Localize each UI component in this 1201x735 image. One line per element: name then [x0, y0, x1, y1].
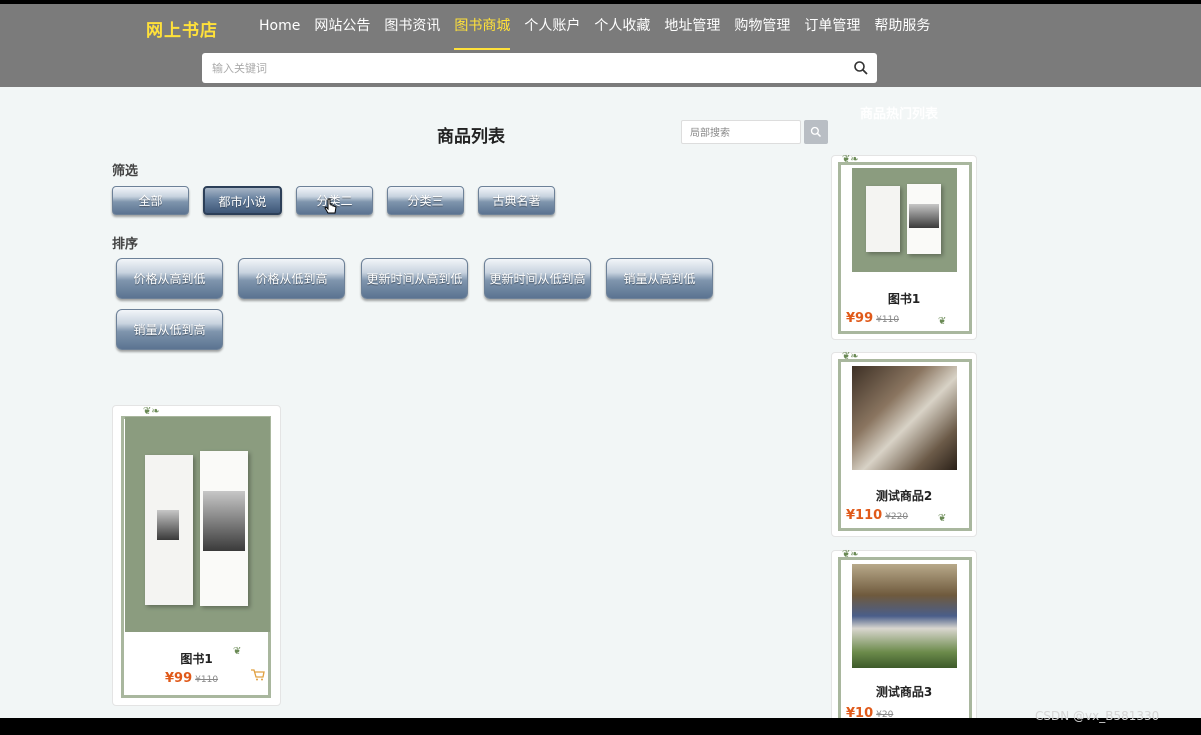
hot-item-card[interactable]: ❦❧ 图书1 ¥99 ¥110 ❦ — [831, 154, 977, 340]
hot-item-image[interactable] — [852, 168, 957, 272]
hot-item-price: ¥110 ¥220 — [846, 508, 908, 523]
original-price: ¥220 — [885, 512, 909, 522]
nav-book-mall[interactable]: 图书商城 — [454, 16, 511, 50]
hot-item-image[interactable] — [852, 366, 957, 470]
main-nav: Home 网站公告 图书资讯 图书商城 个人账户 个人收藏 地址管理 购物管理 … — [259, 16, 944, 50]
sort-sales-desc-button[interactable]: 销量从高到低 — [606, 258, 713, 299]
sort-price-desc-button[interactable]: 价格从高到低 — [116, 258, 223, 299]
sort-price-asc-button[interactable]: 价格从低到高 — [238, 258, 345, 299]
nav-address[interactable]: 地址管理 — [664, 16, 720, 50]
filter-buttons: 全部 都市小说 分类二 分类三 古典名著 — [112, 186, 569, 215]
sort-time-desc-button[interactable]: 更新时间从高到低 — [361, 258, 468, 299]
site-logo[interactable]: 网上书店 — [146, 16, 218, 41]
current-price: ¥110 — [846, 508, 883, 523]
hot-item-name[interactable]: 测试商品2 — [832, 487, 976, 504]
hot-item-image[interactable] — [852, 564, 957, 668]
local-search-box — [681, 120, 801, 145]
product-price: ¥99 ¥110 — [165, 671, 218, 686]
nav-announcements[interactable]: 网站公告 — [314, 16, 370, 50]
filter-classics-button[interactable]: 古典名著 — [478, 186, 555, 215]
global-search-box — [202, 53, 877, 83]
cover-photo — [203, 491, 245, 551]
leaf-decoration-icon: ❦ — [938, 513, 947, 524]
filter-urban-novel-button[interactable]: 都市小说 — [203, 186, 282, 215]
hot-item-price: ¥99 ¥110 — [846, 311, 899, 326]
local-search-input[interactable] — [682, 122, 792, 145]
page-title: 商品列表 — [437, 127, 505, 147]
filter-label: 筛选 — [112, 164, 139, 179]
leaf-decoration-icon: ❦❧ — [842, 549, 859, 560]
leaf-decoration-icon: ❦❧ — [143, 406, 160, 417]
original-price: ¥110 — [876, 315, 900, 325]
mouse-cursor-icon — [324, 198, 337, 214]
book-cover-left — [866, 186, 900, 252]
hot-item-name[interactable]: 测试商品3 — [832, 683, 976, 700]
filter-all-button[interactable]: 全部 — [112, 186, 189, 215]
nav-account[interactable]: 个人账户 — [524, 16, 580, 50]
sort-sales-asc-button[interactable]: 销量从低到高 — [116, 309, 223, 350]
sort-label: 排序 — [112, 237, 139, 252]
bottom-bar — [0, 718, 1201, 735]
search-icon[interactable] — [853, 60, 869, 76]
book-cover-right — [907, 184, 941, 254]
cover-photo — [157, 510, 179, 540]
nav-help[interactable]: 帮助服务 — [874, 16, 930, 50]
hot-item-card[interactable]: ❦❧ 测试商品2 ¥110 ¥220 ❦ — [831, 351, 977, 537]
book-cover-left — [145, 455, 193, 605]
filter-category3-button[interactable]: 分类三 — [387, 186, 464, 215]
hot-item-card[interactable]: ❦❧ 测试商品3 ¥10 ¥20 — [831, 549, 977, 735]
nav-shopping[interactable]: 购物管理 — [734, 16, 790, 50]
book-cover-right — [200, 451, 248, 606]
hot-item-name[interactable]: 图书1 — [832, 290, 976, 307]
search-icon — [810, 126, 822, 138]
cart-icon[interactable] — [251, 669, 265, 681]
hot-list-title: 商品热门列表 — [860, 107, 939, 122]
product-card[interactable]: ❦❧ 图书1 ¥99 ¥110 ❦ — [112, 405, 281, 706]
watermark: CSDN @vx_B581330 — [1035, 709, 1160, 723]
product-image[interactable] — [125, 417, 270, 632]
local-search-button[interactable] — [804, 120, 828, 144]
site-header: 网上书店 Home 网站公告 图书资讯 图书商城 个人账户 个人收藏 地址管理 … — [0, 4, 1201, 87]
nav-favorites[interactable]: 个人收藏 — [594, 16, 650, 50]
current-price: ¥99 — [165, 671, 193, 686]
product-name[interactable]: 图书1 — [113, 650, 280, 667]
nav-home[interactable]: Home — [259, 16, 300, 50]
cover-photo — [909, 204, 939, 228]
nav-orders[interactable]: 订单管理 — [804, 16, 860, 50]
current-price: ¥99 — [846, 311, 874, 326]
leaf-decoration-icon: ❦ — [938, 316, 947, 327]
nav-book-news[interactable]: 图书资讯 — [384, 16, 440, 50]
leaf-decoration-icon: ❦❧ — [842, 154, 859, 165]
leaf-decoration-icon: ❦❧ — [842, 351, 859, 362]
leaf-decoration-icon: ❦ — [233, 646, 242, 657]
original-price: ¥110 — [195, 675, 219, 685]
sort-time-asc-button[interactable]: 更新时间从低到高 — [484, 258, 591, 299]
global-search-input[interactable] — [202, 53, 822, 83]
